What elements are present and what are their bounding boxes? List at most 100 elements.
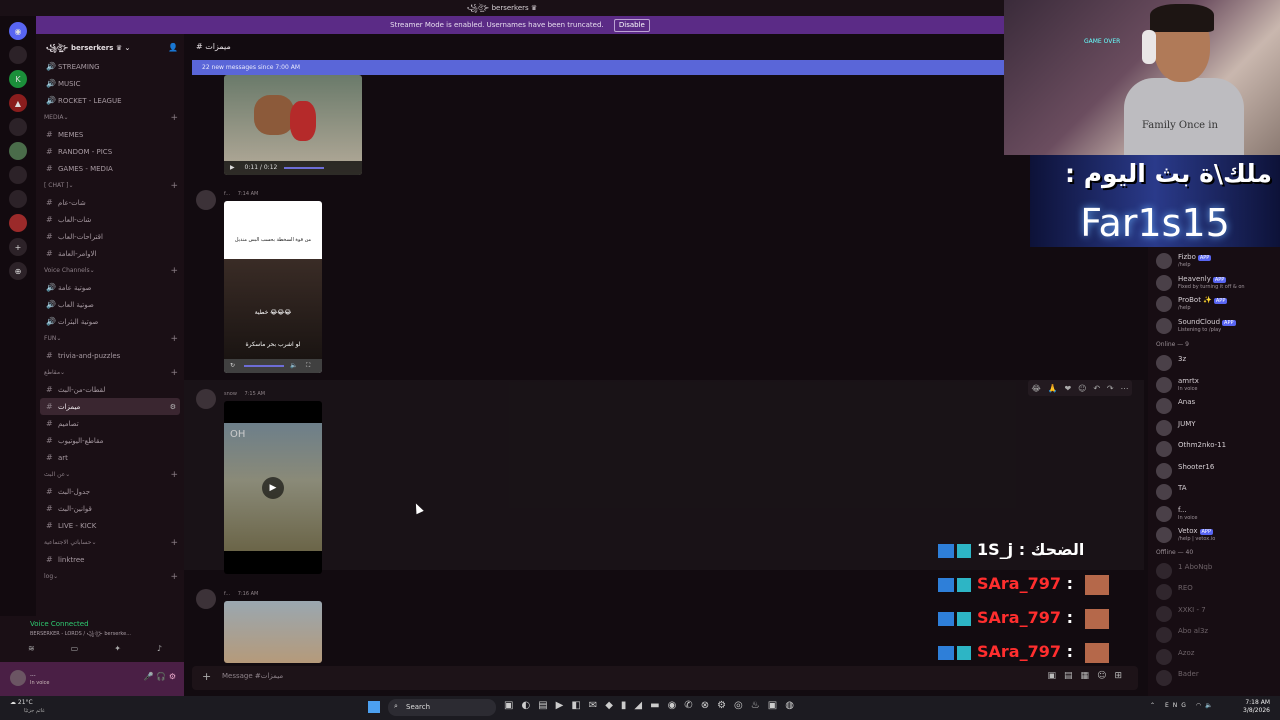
add-channel-icon[interactable]: + [170,266,178,276]
store-icon[interactable]: ◧ [571,700,588,711]
message-author[interactable]: f... [224,591,230,597]
language-indicator[interactable]: ENG [1165,702,1190,709]
steam-icon[interactable]: ♨ [751,700,768,711]
channel-item[interactable]: # art [36,449,184,466]
channel-item[interactable]: # مقاطع-اليوتيوب [36,432,184,449]
file-explorer-icon[interactable]: ▤ [538,700,555,711]
apps-icon[interactable]: ⊞ [1114,671,1130,681]
soundboard-icon[interactable]: ♪ [157,644,162,653]
app-icon[interactable]: ▣ [768,700,785,711]
member-item[interactable]: Shooter16 [1156,461,1280,481]
add-channel-icon[interactable]: + [170,181,178,191]
chrome-icon[interactable]: ◍ [785,700,802,711]
member-item[interactable]: SoundCloud APP Listening to /play [1156,316,1280,336]
app-icon[interactable]: ▬ [650,700,667,711]
reply-icon[interactable]: ↶ [1093,384,1100,393]
channel-item[interactable]: # linktree [36,551,184,568]
gif-icon[interactable]: ▤ [1064,671,1081,681]
channel-item[interactable]: # جدول-البث [36,483,184,500]
settings-icon[interactable]: ⚙ [169,672,176,681]
server-icon[interactable] [9,142,27,160]
channel-item[interactable]: # اقتراحات-العاب [36,228,184,245]
channel-item[interactable]: 🔊 ROCKET - LEAGUE [36,92,184,109]
brave-icon[interactable]: ◆ [605,700,621,711]
play-icon[interactable]: ▶ [230,164,235,171]
server-icon[interactable]: ▲ [9,94,27,112]
video-attachment[interactable] [224,601,322,663]
video-progress[interactable] [244,365,284,367]
video-controls[interactable]: ↻ 🔈 ⛶ [224,359,322,373]
taskbar-clock[interactable]: 7:18 AM 3/8/2026 [1243,699,1270,715]
channel-category[interactable]: MEDIA ⌄ + [36,109,184,126]
member-item[interactable]: Vetox APP/help | vetox.io [1156,525,1280,545]
member-item[interactable]: f... In voice [1156,504,1280,524]
add-reaction-icon[interactable]: ☺ [1078,384,1086,393]
weather-widget[interactable]: ☁ 21°C [10,699,33,706]
avatar[interactable] [10,670,26,686]
volume-icon[interactable]: 🔈 [1205,702,1216,709]
forward-icon[interactable]: ↷ [1107,384,1114,393]
channel-category[interactable]: مقاطع ⌄ + [36,364,184,381]
explore-icon[interactable]: ⊕ [9,262,27,280]
replay-icon[interactable]: ↻ [230,362,235,369]
server-icon[interactable] [9,166,27,184]
add-server-icon[interactable]: + [9,238,27,256]
channel-item[interactable]: 🔊 صوتية العاب [36,296,184,313]
channel-settings-icon[interactable]: ⚙ [170,403,176,411]
mute-icon[interactable]: 🎤 [144,672,154,681]
channel-item[interactable]: # الاوامر-العامة [36,245,184,262]
new-messages-bar[interactable]: 22 new messages since 7:00 AM [192,60,1004,75]
video-attachment[interactable]: OH ▶ [224,401,322,574]
member-item[interactable]: 1 AboNqb [1156,561,1280,581]
add-channel-icon[interactable]: + [170,572,178,582]
member-item[interactable]: ProBot ✨ APP/help [1156,294,1280,314]
task-view-icon[interactable]: ▣ [504,700,521,711]
server-icon[interactable] [9,46,27,64]
member-item[interactable]: XXKI - 7 [1156,604,1280,624]
server-icon[interactable] [9,190,27,208]
obs-icon[interactable]: ◎ [734,700,751,711]
add-channel-icon[interactable]: + [170,113,178,123]
channel-category[interactable]: [ CHAT ] ⌄ + [36,177,184,194]
channel-item[interactable]: # لقطات-من-البث [36,381,184,398]
heart-icon[interactable]: ❤ [1065,384,1072,393]
channel-item[interactable]: # RANDOM - PICS [36,143,184,160]
add-channel-icon[interactable]: + [170,368,178,378]
app-icon[interactable]: ▮ [621,700,635,711]
reaction-icon[interactable]: 😂 [1031,384,1040,393]
channel-item[interactable]: # GAMES - MEDIA [36,160,184,177]
add-channel-icon[interactable]: + [170,538,178,548]
invite-icon[interactable]: 👤 [168,43,178,52]
edge-icon[interactable]: ◐ [521,700,538,711]
avatar[interactable] [196,190,216,210]
video-progress[interactable] [284,167,324,169]
channel-item[interactable]: # trivia-and-puzzles [36,347,184,364]
channel-item[interactable]: # شات-عام [36,194,184,211]
channel-item[interactable]: 🔊 صوتية البثرات [36,313,184,330]
emoji-icon[interactable]: ☺ [1097,671,1114,681]
member-item[interactable]: Heavenly APP Fixed by turning it off & on [1156,273,1280,293]
more-icon[interactable]: ⋯ [1120,384,1128,393]
play-icon[interactable]: ▶ [262,477,284,499]
channel-category[interactable]: log ⌄ + [36,568,184,585]
member-item[interactable]: amrtx In voice [1156,375,1280,395]
disable-streamer-mode-button[interactable]: Disable [613,19,650,32]
noise-icon[interactable]: ≋ [28,644,35,653]
channel-item[interactable]: # قوانين-البث [36,500,184,517]
channel-category[interactable]: حساباتي الاجتماعية ⌄ + [36,534,184,551]
server-name[interactable]: ꧁ঔৣ⊱ berserkers ♛ ⌄ 👤 [36,34,184,58]
server-icon[interactable]: K [9,70,27,88]
start-icon[interactable] [368,701,380,713]
avatar[interactable] [196,389,216,409]
add-channel-icon[interactable]: + [170,334,178,344]
member-item[interactable]: TA [1156,482,1280,502]
add-channel-icon[interactable]: + [170,470,178,480]
channel-item[interactable]: 🔊 MUSIC [36,75,184,92]
attach-icon[interactable]: + [202,670,211,683]
activities-icon[interactable]: ✦ [114,644,121,653]
home-icon[interactable]: ◉ [9,22,27,40]
message-author[interactable]: snow [224,391,237,397]
channel-item[interactable]: # ميمزات ⚙ [40,398,180,415]
gift-icon[interactable]: ▣ [1048,671,1065,681]
channel-item[interactable]: # تصاميم [36,415,184,432]
